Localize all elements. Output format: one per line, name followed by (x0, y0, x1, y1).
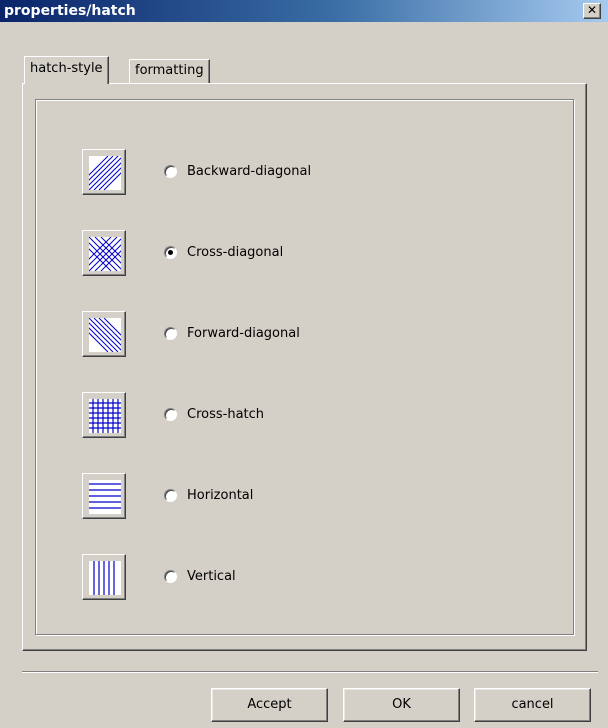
ok-button[interactable]: OK (343, 688, 460, 722)
hatch-option-forward-diagonal: Forward-diagonal (36, 311, 573, 357)
cross-diagonal-swatch-button[interactable] (82, 230, 126, 276)
hatch-option-cross-diagonal: Cross-diagonal (36, 230, 573, 276)
footer-separator (22, 671, 598, 673)
backward-diagonal-hatch-icon (89, 156, 121, 190)
hatch-option-horizontal: Horizontal (36, 473, 573, 519)
accept-button[interactable]: Accept (211, 688, 328, 722)
forward-diagonal-radio[interactable] (164, 327, 177, 340)
horizontal-hatch-icon (89, 480, 121, 514)
title-bar[interactable]: properties/hatch ✕ (0, 0, 608, 22)
cancel-button[interactable]: cancel (474, 688, 591, 722)
cross-hatch-icon (89, 399, 121, 433)
tab-formatting-label: formatting (135, 63, 204, 78)
horizontal-label: Horizontal (187, 488, 254, 503)
hatch-properties-dialog: properties/hatch ✕ hatch-style formattin… (0, 0, 608, 728)
hatch-option-vertical: Vertical (36, 554, 573, 600)
backward-diagonal-label: Backward-diagonal (187, 164, 312, 179)
cross-diagonal-hatch-icon (89, 237, 121, 271)
accept-button-label: Accept (247, 697, 292, 712)
cross-hatch-radio[interactable] (164, 408, 177, 421)
vertical-swatch-button[interactable] (82, 554, 126, 600)
close-icon: ✕ (586, 3, 598, 17)
close-button[interactable]: ✕ (583, 3, 601, 19)
vertical-hatch-icon (89, 561, 121, 595)
window-title: properties/hatch (4, 3, 136, 19)
vertical-label: Vertical (187, 569, 236, 584)
tab-formatting[interactable]: formatting (129, 59, 210, 83)
forward-diagonal-swatch-button[interactable] (82, 311, 126, 357)
radio-selected-dot (168, 250, 173, 255)
horizontal-radio[interactable] (164, 489, 177, 502)
hatch-option-backward-diagonal: Backward-diagonal (36, 149, 573, 195)
ok-button-label: OK (392, 697, 411, 712)
hatch-option-cross-hatch: Cross-hatch (36, 392, 573, 438)
forward-diagonal-hatch-icon (89, 318, 121, 352)
tab-hatch-style-label: hatch-style (30, 61, 103, 76)
cross-diagonal-label: Cross-diagonal (187, 245, 284, 260)
tab-hatch-style[interactable]: hatch-style (24, 56, 109, 84)
horizontal-swatch-button[interactable] (82, 473, 126, 519)
cross-hatch-swatch-button[interactable] (82, 392, 126, 438)
hatch-style-panel: Backward-diagonal Cross-diagonal Forward… (22, 83, 587, 651)
hatch-style-group: Backward-diagonal Cross-diagonal Forward… (35, 99, 574, 635)
vertical-radio[interactable] (164, 570, 177, 583)
backward-diagonal-radio[interactable] (164, 165, 177, 178)
backward-diagonal-swatch-button[interactable] (82, 149, 126, 195)
forward-diagonal-label: Forward-diagonal (187, 326, 300, 341)
cross-hatch-label: Cross-hatch (187, 407, 265, 422)
cancel-button-label: cancel (511, 697, 554, 712)
cross-diagonal-radio[interactable] (164, 246, 177, 259)
